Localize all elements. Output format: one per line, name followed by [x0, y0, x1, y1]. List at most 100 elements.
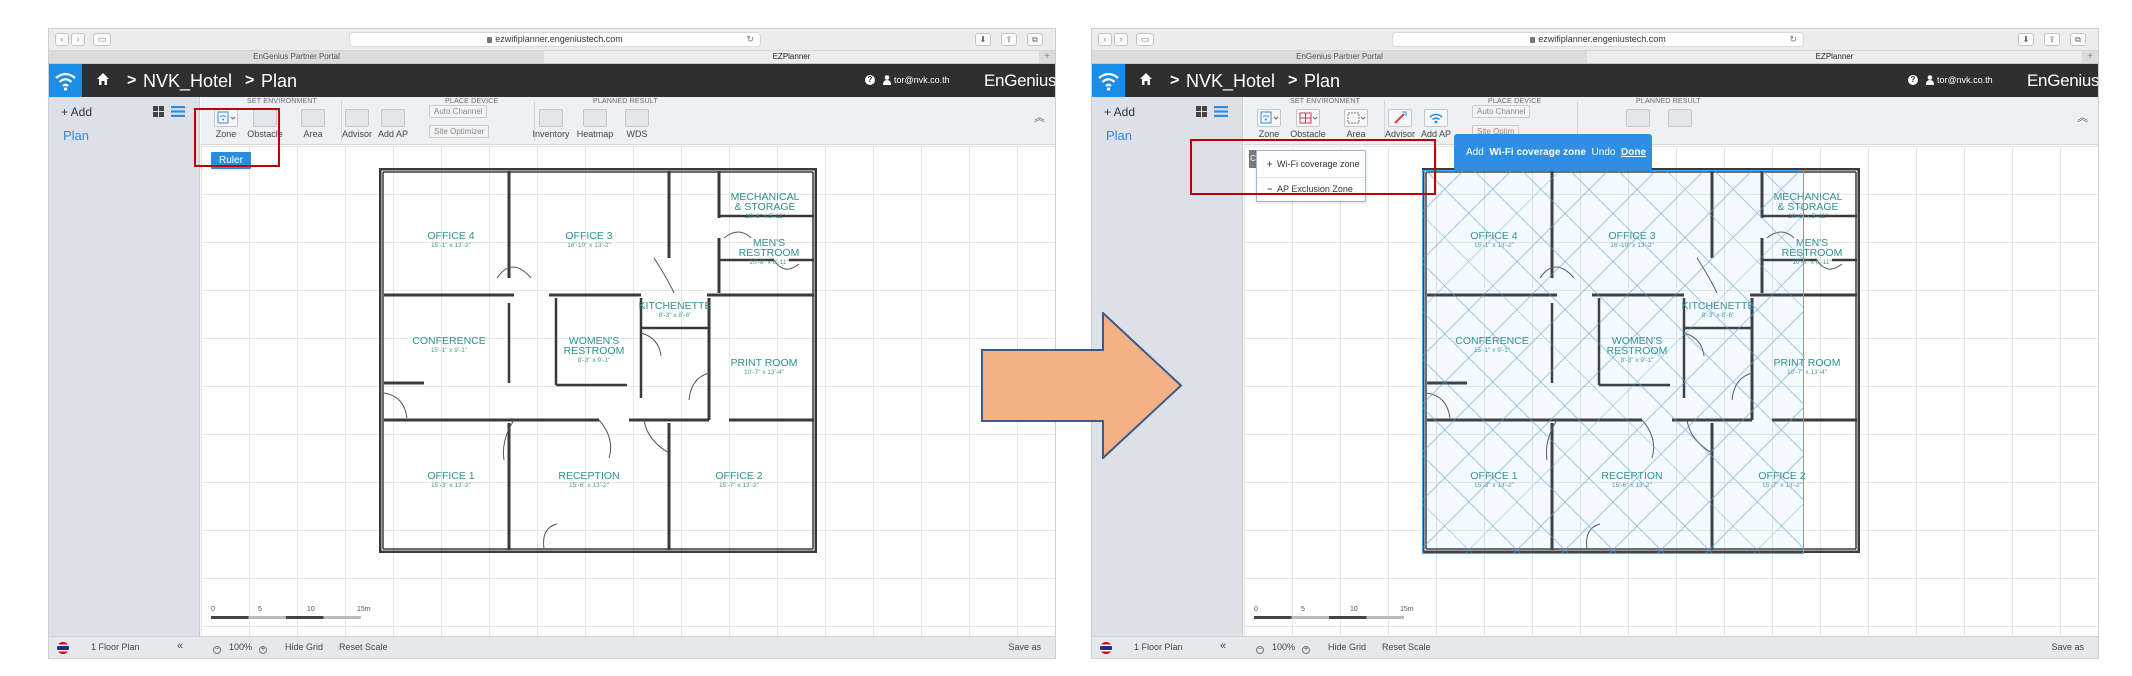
home-icon[interactable] [95, 71, 111, 87]
zoom-out-icon[interactable]: − [213, 642, 221, 654]
scale-label: 0 [211, 606, 215, 613]
browser-toolbar: ‹ › ▭ ezwifiplanner.engeniustech.com ↻ ⬇ … [49, 29, 1055, 51]
hide-grid-button[interactable]: Hide Grid [1328, 642, 1366, 652]
hide-grid-button[interactable]: Hide Grid [285, 642, 323, 652]
download-icon[interactable]: ⬇ [2018, 33, 2034, 46]
zoom-in-icon[interactable]: + [259, 642, 267, 654]
back-icon[interactable]: ‹ [1098, 33, 1112, 46]
breadcrumb-project[interactable]: NVK_Hotel [1186, 71, 1275, 91]
new-tab-icon[interactable]: + [2082, 51, 2098, 63]
room-label: CONFERENCE [412, 335, 486, 347]
floorplan-svg: OFFICE 415'-1" x 13'-2" OFFICE 316'-10" x… [376, 165, 820, 556]
view-toggle-icon[interactable] [1196, 106, 1230, 118]
advisor-icon [345, 109, 369, 127]
tab-ezplanner[interactable]: EZPlanner [544, 51, 1039, 63]
heatmap-tool-button[interactable] [1618, 109, 1658, 127]
add-plan-button[interactable]: + Add [1104, 105, 1135, 119]
scale-label: 15m [1400, 606, 1414, 613]
collapse-sidebar-icon[interactable]: « [1220, 640, 1226, 652]
room-label: RESTROOM [564, 345, 625, 357]
room-label: OFFICE 4 [427, 230, 474, 242]
sidebar-toggle-icon[interactable]: ▭ [1136, 33, 1154, 46]
collapse-sidebar-icon[interactable]: « [177, 640, 183, 652]
wifi-logo-icon[interactable] [49, 64, 82, 97]
scale-label: 5 [258, 606, 262, 613]
tab-ezplanner[interactable]: EZPlanner [1587, 51, 2082, 63]
collapse-toolbar-icon[interactable]: ︽ [1034, 109, 1045, 125]
add-ap-tool-button[interactable]: Add AP [1416, 109, 1456, 139]
room-dimension: 10'-8" x 5'-11" [745, 213, 785, 220]
help-icon[interactable]: ? [865, 75, 875, 85]
sidebar-item-plan[interactable]: Plan [1106, 128, 1132, 143]
breadcrumb-chevron-icon: > [245, 72, 255, 89]
reset-scale-button[interactable]: Reset Scale [1382, 642, 1431, 652]
download-icon[interactable]: ⬇ [975, 33, 991, 46]
floor-plan-count: 1 Floor Plan [91, 642, 140, 652]
thailand-flag-icon [57, 642, 69, 654]
inventory-tool-button[interactable]: Inventory [531, 109, 571, 139]
floor-canvas[interactable]: C OFFICE 415'-1" x 13'-2"OFFICE 316'-10"… [1244, 146, 2098, 638]
sidebar-item-plan[interactable]: Plan [63, 128, 89, 143]
group-title-place-device: PLACE DEVICE [1488, 98, 1542, 105]
user-email[interactable]: tor@nvk.co.th [894, 75, 950, 85]
back-icon[interactable]: ‹ [55, 33, 69, 46]
collapse-toolbar-icon[interactable]: ︽ [2077, 109, 2088, 125]
view-toggle-icon[interactable] [153, 106, 187, 118]
add-ap-tool-button[interactable]: Add AP [373, 109, 413, 139]
heatmap-tool-button[interactable]: Heatmap [575, 109, 615, 139]
undo-button[interactable]: Undo [1592, 147, 1616, 158]
done-button[interactable]: Done [1621, 147, 1646, 158]
share-icon[interactable]: ⇪ [1001, 33, 1017, 46]
floor-canvas[interactable]: Ruler OFFICE 4 15'-1" x 13'-2" OFFICE 3 16'… [201, 146, 1055, 638]
obstacle-tool-button[interactable]: Obstacle [1288, 109, 1328, 139]
share-icon[interactable]: ⇪ [2044, 33, 2060, 46]
door-swing [688, 372, 710, 401]
zoom-out-icon[interactable]: − [1256, 642, 1264, 654]
tabs-icon[interactable]: ⧉ [1027, 33, 1043, 46]
auto-channel-button[interactable]: Auto Channel [1472, 105, 1531, 118]
access-point-icon [1424, 109, 1448, 127]
new-tab-icon[interactable]: + [1039, 51, 1055, 63]
obstacle-icon [1296, 109, 1320, 127]
room-dimension: 8'-3" x 8'-6" [659, 312, 692, 319]
advisor-tool-button[interactable]: Advisor [1380, 109, 1420, 139]
floorplan-drawing: OFFICE 415'-1" x 13'-2" OFFICE 316'-10" x… [376, 165, 820, 558]
forward-icon[interactable]: › [71, 33, 85, 46]
scale-bar: 0 5 10 15m [211, 606, 371, 626]
breadcrumb-project[interactable]: NVK_Hotel [143, 71, 232, 91]
door-swing [643, 419, 670, 454]
advisor-tool-button[interactable]: Advisor [337, 109, 377, 139]
reset-scale-button[interactable]: Reset Scale [339, 642, 388, 652]
room-label: RECEPTION [558, 470, 619, 482]
forward-icon[interactable]: › [1114, 33, 1128, 46]
tab-partner-portal[interactable]: EnGenius Partner Portal [49, 51, 544, 63]
room-label: RESTROOM [739, 247, 800, 259]
user-email[interactable]: tor@nvk.co.th [1937, 75, 1993, 85]
tab-partner-portal[interactable]: EnGenius Partner Portal [1092, 51, 1587, 63]
wifi-coverage-zone-overlay[interactable] [1422, 170, 1804, 554]
area-tool-button[interactable]: Area [1336, 109, 1376, 139]
site-optimizer-button[interactable]: Site Optimizer [429, 125, 490, 138]
wds-tool-button[interactable] [1660, 109, 1700, 127]
save-as-button[interactable]: Save as [2051, 642, 2084, 652]
address-bar[interactable]: ezwifiplanner.engeniustech.com ↻ [349, 32, 761, 47]
help-icon[interactable]: ? [1908, 75, 1918, 85]
door-swing [598, 419, 612, 459]
add-plan-button[interactable]: + Add [61, 105, 92, 119]
wifi-logo-icon[interactable] [1092, 64, 1125, 97]
auto-channel-button[interactable]: Auto Channel [429, 105, 488, 118]
zone-tool-button[interactable]: Zone [1249, 109, 1289, 139]
sidebar-toggle-icon[interactable]: ▭ [93, 33, 111, 46]
save-as-button[interactable]: Save as [1008, 642, 1041, 652]
home-icon[interactable] [1138, 71, 1154, 87]
zoom-level: 100% [229, 642, 253, 652]
room-dimension: 8'-3" x 9'-1" [578, 357, 611, 364]
tabs-icon[interactable]: ⧉ [2070, 33, 2086, 46]
zoom-in-icon[interactable]: + [1302, 642, 1310, 654]
reload-icon[interactable]: ↻ [1789, 33, 1797, 46]
area-label: Area [1346, 129, 1366, 139]
address-bar[interactable]: ezwifiplanner.engeniustech.com ↻ [1392, 32, 1804, 47]
reload-icon[interactable]: ↻ [746, 33, 754, 46]
wds-tool-button[interactable]: WDS [617, 109, 657, 139]
area-tool-button[interactable]: Area [293, 109, 333, 139]
